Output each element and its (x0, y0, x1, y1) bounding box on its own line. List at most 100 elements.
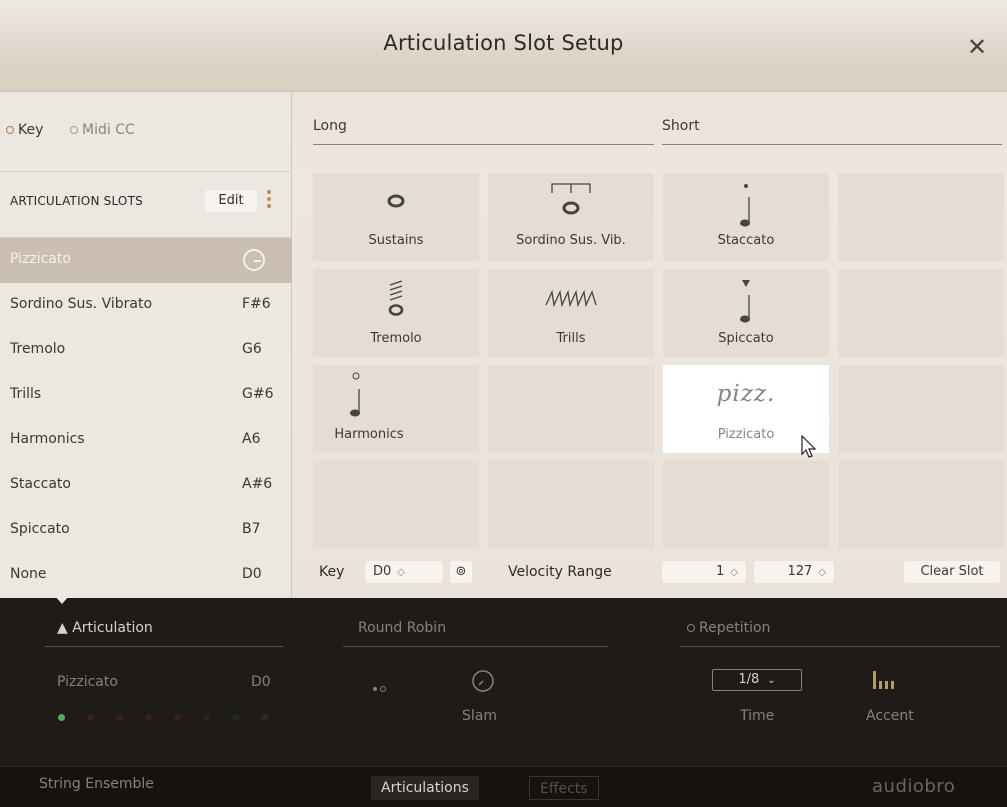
repetition-title[interactable]: Repetition (687, 620, 770, 636)
trill-icon (488, 289, 654, 311)
time-label: Time (740, 708, 775, 724)
slot-key: B7 (242, 521, 261, 537)
slam-knob[interactable] (471, 669, 495, 697)
key-radio[interactable]: Key (6, 122, 43, 138)
stepper-icon: ◇ (818, 567, 826, 578)
cell-tremolo[interactable]: Tremolo (313, 269, 479, 357)
edit-button[interactable]: Edit (205, 190, 257, 212)
dialog-titlebar: Articulation Slot Setup ✕ (0, 0, 1007, 92)
cell-empty[interactable] (838, 461, 1004, 549)
cell-trills[interactable]: Trills (488, 269, 654, 357)
current-key: D0 (251, 674, 271, 690)
cell-label: Staccato (717, 233, 775, 248)
round-robin-dots-icon[interactable] (372, 678, 388, 697)
short-divider (662, 144, 1002, 145)
velocity-range-label: Velocity Range (508, 564, 612, 580)
cell-empty[interactable] (663, 461, 829, 549)
cell-sustains[interactable]: Sustains (313, 173, 479, 261)
slot-name: Tremolo (10, 341, 66, 357)
midi-cc-radio[interactable]: Midi CC (70, 122, 135, 138)
dialog-title: Articulation Slot Setup (383, 31, 624, 55)
velocity-max-input[interactable]: 127 ◇ (754, 561, 834, 583)
cell-sordino[interactable]: Sordino Sus. Vib. (488, 173, 654, 261)
cell-harmonics[interactable]: Harmonics (313, 365, 479, 453)
radio-dot-icon (70, 126, 78, 134)
cell-staccato[interactable]: Staccato (663, 173, 829, 261)
midi-cc-radio-label: Midi CC (82, 122, 135, 138)
selection-pointer-icon (55, 596, 69, 604)
cell-empty[interactable] (488, 461, 654, 549)
section-divider (343, 646, 608, 647)
clock-icon[interactable] (243, 249, 265, 271)
slot-item-none[interactable]: None D0 (0, 553, 292, 598)
slot-name: None (10, 566, 47, 582)
accent-bars-icon[interactable] (873, 671, 909, 695)
slot-name: Pizzicato (10, 251, 71, 267)
long-column-header: Long (313, 118, 347, 134)
key-radio-label: Key (18, 122, 44, 138)
repetition-radio-icon (687, 624, 695, 632)
tab-articulations[interactable]: Articulations (371, 776, 479, 800)
slot-key: A6 (242, 431, 261, 447)
slot-key: G#6 (242, 386, 274, 402)
slot-name: Trills (10, 386, 42, 402)
spiccato-note-icon (663, 277, 829, 329)
articulation-section-title[interactable]: ▲ Articulation (57, 620, 153, 636)
clear-slot-button[interactable]: Clear Slot (904, 561, 1000, 583)
slot-item-trills[interactable]: Trills G#6 (0, 373, 292, 418)
slots-panel: Key Midi CC ARTICULATION SLOTS Edit Pizz… (0, 92, 292, 598)
chevron-down-icon: ⌄ (767, 675, 776, 686)
current-articulation: Pizzicato (57, 674, 118, 690)
key-label: Key (319, 564, 345, 580)
slots-header: ARTICULATION SLOTS Edit (0, 172, 292, 238)
cell-label: Spiccato (718, 331, 774, 346)
slot-item-tremolo[interactable]: Tremolo G6 (0, 328, 292, 373)
tab-effects[interactable]: Effects (529, 776, 599, 800)
articulation-slot-setup-dialog: Articulation Slot Setup ✕ Key Midi CC AR… (0, 0, 1007, 598)
trigger-mode: Key Midi CC (0, 92, 292, 172)
slot-item-pizzicato[interactable]: Pizzicato (0, 238, 292, 283)
key-velocity-row: Key D0 ◇ ⊚ Velocity Range 1 ◇ 127 ◇ Clear S… (293, 558, 1007, 590)
slot-key: G6 (242, 341, 262, 357)
audiobro-logo: audiobro (872, 776, 956, 797)
cell-empty[interactable] (838, 173, 1004, 261)
instrument-name: String Ensemble (39, 776, 154, 792)
more-options-icon[interactable] (266, 189, 272, 211)
round-robin-title: Round Robin (358, 620, 447, 636)
cell-pizzicato[interactable]: pizz. Pizzicato (663, 365, 829, 458)
long-divider (313, 144, 654, 145)
slot-item-spiccato[interactable]: Spiccato B7 (0, 508, 292, 553)
cell-label: Tremolo (370, 331, 422, 346)
slam-label: Slam (462, 708, 497, 724)
led-indicator (203, 714, 210, 721)
slot-item-staccato[interactable]: Staccato A#6 (0, 463, 292, 508)
staccato-note-icon (663, 181, 829, 233)
articulation-grid-area: Long Short Sustains Sordino Sus. Vib. St… (293, 92, 1007, 598)
led-indicator (116, 714, 123, 721)
cell-empty[interactable] (838, 365, 1004, 453)
slot-item-sordino[interactable]: Sordino Sus. Vibrato F#6 (0, 283, 292, 328)
led-indicator (232, 714, 239, 721)
slot-name: Sordino Sus. Vibrato (10, 296, 153, 312)
cell-label: Sustains (368, 233, 424, 248)
slots-title: ARTICULATION SLOTS (10, 194, 143, 208)
harmonics-note-icon (273, 371, 439, 425)
time-select[interactable]: 1/8 ⌄ (712, 669, 802, 691)
key-select[interactable]: D0 ◇ (365, 561, 443, 583)
close-icon[interactable]: ✕ (962, 32, 992, 62)
time-value: 1/8 (738, 672, 760, 687)
accent-label: Accent (866, 708, 914, 724)
slot-item-harmonics[interactable]: Harmonics A6 (0, 418, 292, 463)
repetition-label: Repetition (699, 620, 771, 636)
cell-spiccato[interactable]: Spiccato (663, 269, 829, 357)
cell-empty[interactable] (313, 461, 479, 549)
led-indicator (145, 714, 152, 721)
slot-name: Staccato (10, 476, 71, 492)
cell-empty[interactable] (488, 365, 654, 453)
velocity-max-value: 127 (787, 564, 813, 579)
velocity-min-input[interactable]: 1 ◇ (662, 561, 746, 583)
learn-key-icon[interactable]: ⊚ (450, 561, 472, 583)
tremolo-note-icon (313, 275, 479, 325)
velocity-min-value: 1 (716, 564, 725, 579)
cell-empty[interactable] (838, 269, 1004, 357)
